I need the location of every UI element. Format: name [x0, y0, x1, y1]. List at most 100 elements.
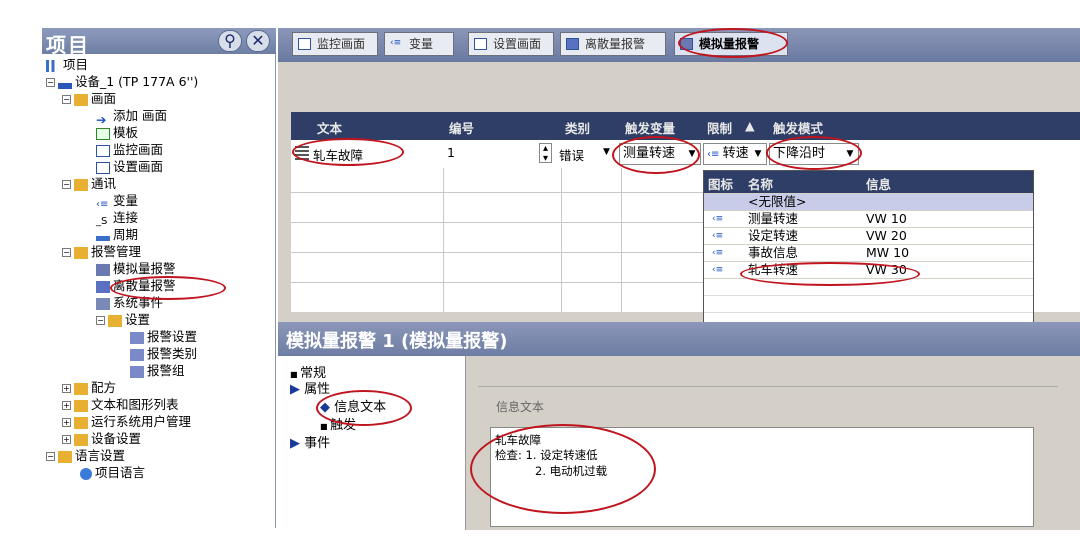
tree-item[interactable]: − 设备_1 (TP 177A 6'') — [46, 73, 198, 90]
collapse-toggle[interactable]: − — [46, 78, 55, 87]
tree-item-analog-alarm[interactable]: 模拟量报警 — [96, 260, 176, 277]
collapse-toggle[interactable]: − — [62, 95, 71, 104]
close-icon[interactable]: ✕ — [246, 30, 270, 52]
annotation-oval — [740, 262, 920, 286]
triangle-down-icon: ▶ — [290, 382, 305, 397]
list-item[interactable]: ‹≡ 测量转速 VW 10 — [704, 211, 1033, 227]
connection-icon: _S — [96, 215, 108, 227]
add-screen-icon: ➔ — [96, 111, 107, 127]
tree-item[interactable]: + 设备设置 — [62, 430, 141, 447]
col-info[interactable]: 信息 — [866, 174, 891, 193]
expand-toggle[interactable]: + — [62, 401, 71, 410]
col-number[interactable]: 编号 — [449, 118, 474, 137]
tree-item[interactable]: − 设置 — [96, 311, 150, 328]
tag-icon: ‹≡ — [712, 214, 724, 224]
annotation-oval — [470, 424, 656, 514]
expand-toggle[interactable]: + — [62, 384, 71, 393]
tree-item[interactable]: 项目 — [46, 56, 88, 73]
tree-item[interactable]: 周期 — [96, 226, 138, 243]
chevron-down-icon: ▼ — [754, 149, 762, 159]
nav-events[interactable]: ▶ 事件 — [290, 432, 330, 451]
user-admin-icon — [74, 416, 88, 429]
bullet-icon: ■ — [320, 422, 331, 431]
tab-discrete-alarms[interactable]: 离散量报警 — [560, 32, 666, 56]
expand-toggle[interactable]: + — [62, 435, 71, 444]
folder-icon — [74, 246, 88, 259]
tree-item[interactable]: 模板 — [96, 124, 138, 141]
cell-category[interactable]: 错误 — [559, 145, 584, 164]
system-event-icon — [96, 297, 110, 310]
screen-icon — [96, 161, 110, 174]
list-item[interactable]: ‹≡ 事故信息 MW 10 — [704, 245, 1033, 261]
tree-item[interactable]: + 文本和图形列表 — [62, 396, 179, 413]
tree-item[interactable]: − 语言设置 — [46, 447, 125, 464]
tag-icon: ‹≡ — [390, 38, 402, 48]
collapse-toggle[interactable]: − — [46, 452, 55, 461]
alarm-table-header: 文本 编号 类别 触发变量 限制 ▲ 触发模式 — [291, 112, 1080, 140]
annotation-oval — [612, 136, 700, 174]
expand-toggle[interactable]: + — [62, 418, 71, 427]
tag-icon: ‹≡ — [707, 149, 723, 160]
tree-item[interactable]: 监控画面 — [96, 141, 163, 158]
col-trigger-mode[interactable]: 触发模式 — [773, 118, 823, 137]
tree-item[interactable]: ‹≡ 变量 — [96, 192, 138, 210]
discrete-alarm-icon — [566, 38, 579, 50]
alarm-group-icon — [130, 365, 144, 378]
tree-item[interactable]: − 通讯 — [62, 175, 116, 192]
pin-icon[interactable]: ⚲ — [218, 30, 242, 52]
collapse-toggle[interactable]: − — [96, 316, 105, 325]
tree-item[interactable]: 报警设置 — [130, 328, 197, 345]
col-category[interactable]: 类别 — [565, 118, 590, 137]
collapse-toggle[interactable]: − — [62, 180, 71, 189]
cell-number[interactable]: 1 — [447, 145, 455, 160]
tree-item[interactable]: 报警类别 — [130, 345, 197, 362]
alarm-class-icon — [130, 348, 144, 361]
alarm-settings-icon — [130, 331, 144, 344]
col-trigger-tag[interactable]: 触发变量 — [625, 118, 675, 137]
screen-icon — [96, 127, 110, 140]
annotation-oval — [678, 28, 788, 58]
picker-header: 图标 名称 信息 — [704, 171, 1033, 193]
folder-icon — [74, 93, 88, 106]
cycle-icon — [96, 236, 110, 241]
col-name[interactable]: 名称 — [748, 174, 773, 193]
tag-icon: ‹≡ — [712, 265, 724, 275]
list-item[interactable]: ‹≡ 设定转速 VW 20 — [704, 228, 1033, 244]
sort-arrow-icon[interactable]: ▲ — [745, 118, 755, 133]
tree-item[interactable]: + 配方 — [62, 379, 116, 396]
tree-item[interactable]: ➔ 添加 画面 — [96, 107, 167, 127]
limit-dropdown[interactable]: ‹≡ 转速 ▼ — [703, 143, 767, 165]
tree-item[interactable]: + 运行系统用户管理 — [62, 413, 191, 430]
list-item[interactable]: <无限值> — [704, 194, 1033, 210]
triangle-right-icon: ▶ — [290, 436, 305, 451]
annotation-oval — [316, 390, 412, 426]
globe-icon — [80, 467, 92, 480]
nav-properties[interactable]: ▶ 属性 — [290, 378, 330, 397]
screen-icon — [298, 38, 311, 50]
tree-item[interactable]: 设置画面 — [96, 158, 163, 175]
device-settings-icon — [74, 433, 88, 446]
screen-icon — [474, 38, 487, 50]
tag-icon: ‹≡ — [96, 198, 109, 210]
text-graphic-list-icon — [74, 399, 88, 412]
folder-icon — [74, 178, 88, 191]
tab-settings-screen[interactable]: 设置画面 — [468, 32, 554, 56]
tree-item[interactable]: − 报警管理 — [62, 243, 141, 260]
tab-tags[interactable]: ‹≡ 变量 — [384, 32, 454, 56]
category-dropdown-arrow[interactable]: ▼ — [603, 147, 610, 157]
col-limit[interactable]: 限制 — [707, 118, 732, 137]
collapse-toggle[interactable]: − — [62, 248, 71, 257]
annotation-oval — [292, 138, 404, 166]
tree-item[interactable]: 项目语言 — [80, 464, 145, 481]
tree-item[interactable]: 报警组 — [130, 362, 185, 379]
project-panel-header: 项目 ⚲ ✕ — [42, 28, 276, 57]
number-spinner[interactable]: ▴ ▾ — [539, 143, 552, 164]
recipe-icon — [74, 382, 88, 395]
tab-monitor-screen[interactable]: 监控画面 — [292, 32, 378, 56]
col-icon[interactable]: 图标 — [708, 174, 733, 193]
tree-item[interactable]: _S 连接 — [96, 209, 138, 227]
device-icon — [58, 82, 72, 89]
tag-icon: ‹≡ — [712, 248, 724, 258]
col-text[interactable]: 文本 — [317, 118, 342, 137]
tree-item[interactable]: − 画面 — [62, 90, 116, 107]
